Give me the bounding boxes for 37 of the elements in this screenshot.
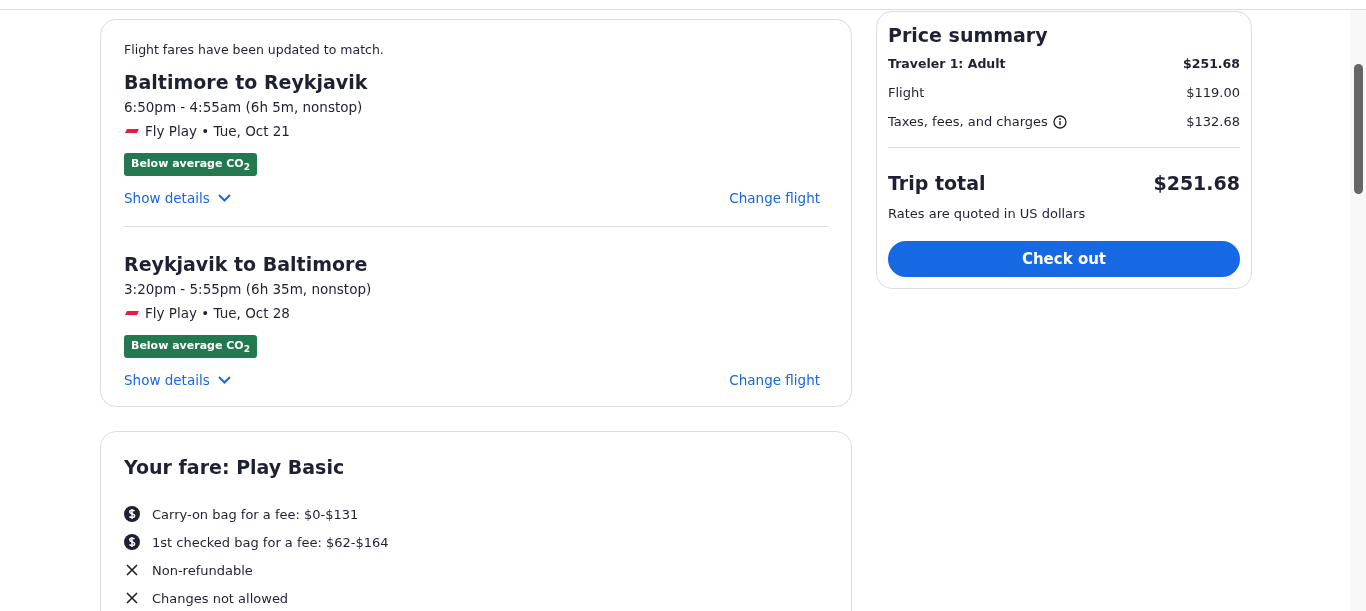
price-summary-title: Price summary [888,24,1049,46]
info-icon[interactable] [1052,114,1067,129]
airline-date: Fly Play • Tue, Oct 21 [145,123,290,139]
price-amount: $132.68 [1186,114,1240,129]
currency-note: Rates are quoted in US dollars [888,206,1087,221]
flight-times: 3:20pm - 5:55pm (6h 35m, nonstop) [124,281,373,298]
airline-logo-icon [124,128,140,134]
fare-feature: Non-refundable [152,562,253,578]
price-label: Flight [888,85,925,100]
fare-title: Your fare: Play Basic [124,456,346,479]
price-amount: $119.00 [1186,85,1240,100]
show-details-link[interactable]: Show details [124,190,231,207]
chevron-down-icon [217,194,231,203]
update-notice: Flight fares have been updated to match. [124,42,385,57]
airline-logo-icon [124,310,140,317]
traveler-amount: $251.68 [1183,56,1240,71]
chevron-down-icon [217,376,231,385]
dollar-icon [124,534,140,551]
checkout-button[interactable]: Check out [888,241,1240,277]
traveler-label: Traveler 1: Adult [888,56,1006,71]
trip-total-label: Trip total [888,172,986,194]
route-title: Baltimore to Reykjavik [124,71,369,93]
co2-badge: Below average CO$_{2}$ [124,153,258,177]
route-title: Reykjavik to Baltimore [124,253,369,276]
show-details-link[interactable]: Show details [124,372,231,389]
change-flight-link[interactable]: Change flight [729,372,820,389]
fare-feature: 1st checked bag for a fee: $62-$164 [152,534,389,550]
trip-total-amount: $251.68 [1153,172,1240,194]
airline-date: Fly Play • Tue, Oct 28 [145,305,290,322]
fare-feature: Changes not allowed [152,590,289,606]
dollar-icon [124,506,140,523]
scrollbar[interactable] [1350,10,1366,611]
co2-badge: Below average CO$_{2}$ [124,335,258,359]
change-flight-link[interactable]: Change flight [729,190,820,207]
flight-times: 6:50pm - 4:55am (6h 5m, nonstop) [124,99,364,115]
price-label: Taxes, fees, and charges [888,114,1048,129]
fare-feature: Carry-on bag for a fee: $0-$131 [152,506,359,522]
